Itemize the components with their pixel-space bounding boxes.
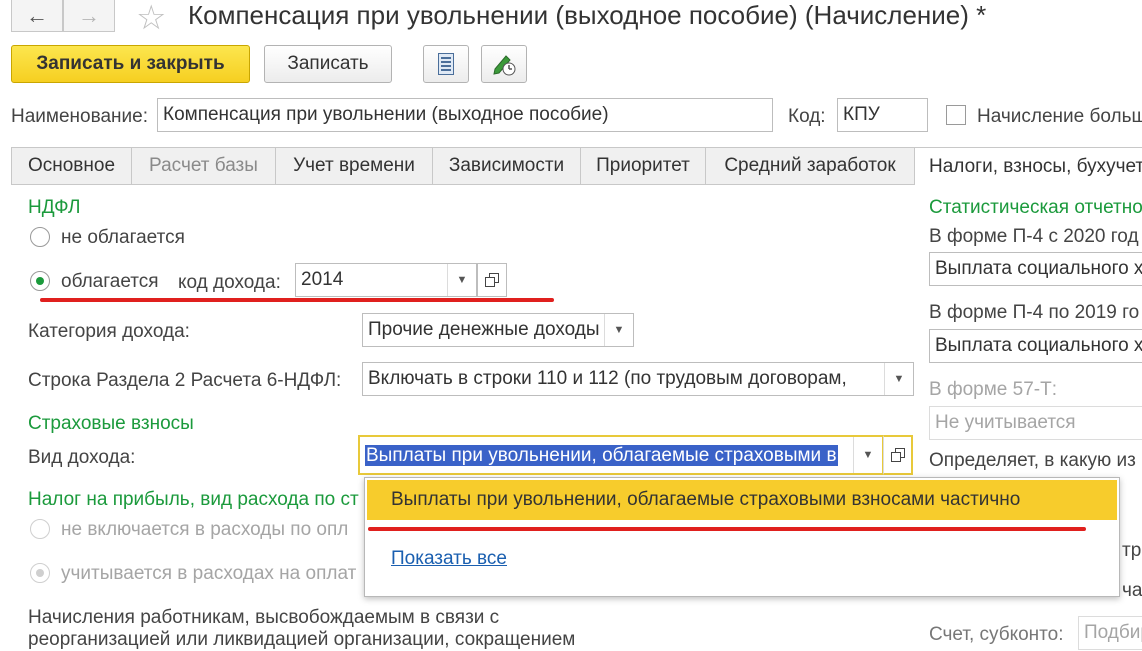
not-included-radio[interactable] [30, 519, 50, 539]
tab-taxes[interactable]: Налоги, взносы, бухучет [914, 147, 1142, 185]
ndfl-heading: НДФЛ [28, 197, 81, 218]
income-type-dropdown[interactable]: ▼ [853, 437, 882, 473]
more-accrual-checkbox[interactable] [946, 105, 966, 125]
tab-dependencies[interactable]: Зависимости [432, 147, 581, 185]
right-text-fragment-2: ча [1122, 580, 1142, 601]
income-category-dropdown[interactable]: ▼ [604, 314, 633, 346]
taxed-label: облагается [61, 271, 159, 292]
income-code-open-button[interactable] [477, 263, 507, 297]
chevron-down-icon: ▼ [862, 449, 874, 461]
edit-history-button[interactable] [481, 45, 527, 83]
name-label: Наименование: [11, 106, 148, 127]
document-list-button[interactable] [423, 45, 469, 83]
report-row-dropdown[interactable]: ▼ [884, 363, 913, 395]
income-code-dropdown[interactable]: ▼ [447, 264, 476, 296]
p4-2019-label: В форме П-4 по 2019 го [929, 302, 1140, 323]
report-row-value: Включать в строки 110 и 112 (по трудовым… [368, 368, 847, 389]
account-label: Счет, субконто: [929, 624, 1064, 645]
forward-button[interactable]: → [63, 0, 115, 32]
back-button[interactable]: ← [11, 0, 63, 32]
red-underline-income-code [40, 298, 554, 302]
window-title: Компенсация при увольнении (выходное пос… [188, 0, 987, 30]
tab-base-calc[interactable]: Расчет базы [131, 147, 276, 185]
f57-select[interactable]: Не учитывается [929, 406, 1142, 440]
arrow-left-icon: ← [26, 2, 48, 28]
right-text-fragment-1: тр [1122, 540, 1142, 561]
income-type-open-button[interactable] [883, 435, 913, 475]
income-code-input[interactable]: 2014 ▼ [295, 263, 477, 297]
included-radio[interactable] [30, 563, 50, 583]
note-line-1: Начисления работникам, высвобождаемым в … [28, 607, 500, 628]
open-window-icon [485, 273, 499, 287]
arrow-right-icon: → [78, 2, 100, 28]
income-type-dropdown-list: Выплаты при увольнении, облагаемые страх… [364, 477, 1120, 597]
income-category-value: Прочие денежные доходы [368, 319, 600, 340]
not-taxed-label: не облагается [61, 227, 185, 248]
tab-average-earnings[interactable]: Средний заработок [705, 147, 915, 185]
save-button[interactable]: Записать [264, 45, 392, 83]
chevron-down-icon: ▼ [613, 324, 625, 336]
code-label: Код: [788, 106, 826, 127]
account-input[interactable]: Подбир [1078, 616, 1142, 650]
f57-label: В форме 57-Т: [929, 379, 1057, 400]
income-code-value: 2014 [301, 269, 344, 290]
report-row-label: Строка Раздела 2 Расчета 6-НДФЛ: [28, 370, 342, 391]
chevron-down-icon: ▼ [456, 274, 468, 286]
taxed-radio[interactable] [30, 271, 50, 291]
open-window-icon [890, 448, 905, 462]
defines-label: Определяет, в какую из [929, 450, 1136, 471]
dropdown-option[interactable]: Выплаты при увольнении, облагаемые страх… [367, 480, 1117, 520]
tab-time-accounting[interactable]: Учет времени [275, 147, 433, 185]
not-taxed-radio[interactable] [30, 227, 50, 247]
included-label: учитывается в расходах на оплат [61, 563, 357, 584]
not-included-label: не включается в расходы по опл [61, 519, 349, 540]
report-row-select[interactable]: Включать в строки 110 и 112 (по трудовым… [362, 362, 914, 396]
p4-2019-select[interactable]: Выплата социального х [929, 329, 1142, 363]
p4-2020-select[interactable]: Выплата социального х [929, 252, 1142, 286]
list-icon [438, 53, 454, 75]
income-code-label: код дохода: [178, 272, 281, 293]
pencil-clock-icon [493, 55, 516, 76]
profit-tax-heading: Налог на прибыль, вид расхода по ст [28, 489, 359, 510]
income-type-value: Выплаты при увольнении, облагаемые страх… [365, 445, 838, 466]
tab-priority[interactable]: Приоритет [580, 147, 706, 185]
insurance-heading: Страховые взносы [28, 413, 194, 434]
statistics-heading: Статистическая отчетно [929, 197, 1142, 218]
chevron-down-icon: ▼ [893, 373, 905, 385]
favorite-star-icon[interactable]: ☆ [136, 0, 166, 38]
red-underline-dropdown [368, 527, 1086, 531]
show-all-link[interactable]: Показать все [391, 548, 507, 570]
income-type-label: Вид дохода: [28, 447, 136, 468]
name-input[interactable]: Компенсация при увольнении (выходное пос… [157, 98, 773, 132]
p4-2020-label: В форме П-4 с 2020 год [929, 226, 1139, 247]
save-and-close-button[interactable]: Записать и закрыть [11, 45, 250, 83]
income-type-input[interactable]: Выплаты при увольнении, облагаемые страх… [358, 435, 884, 475]
more-accrual-label: Начисление больш [977, 106, 1142, 127]
income-category-label: Категория дохода: [28, 321, 190, 342]
code-input[interactable]: КПУ [837, 98, 928, 132]
income-category-select[interactable]: Прочие денежные доходы ▼ [362, 313, 634, 347]
tab-main[interactable]: Основное [11, 147, 132, 185]
